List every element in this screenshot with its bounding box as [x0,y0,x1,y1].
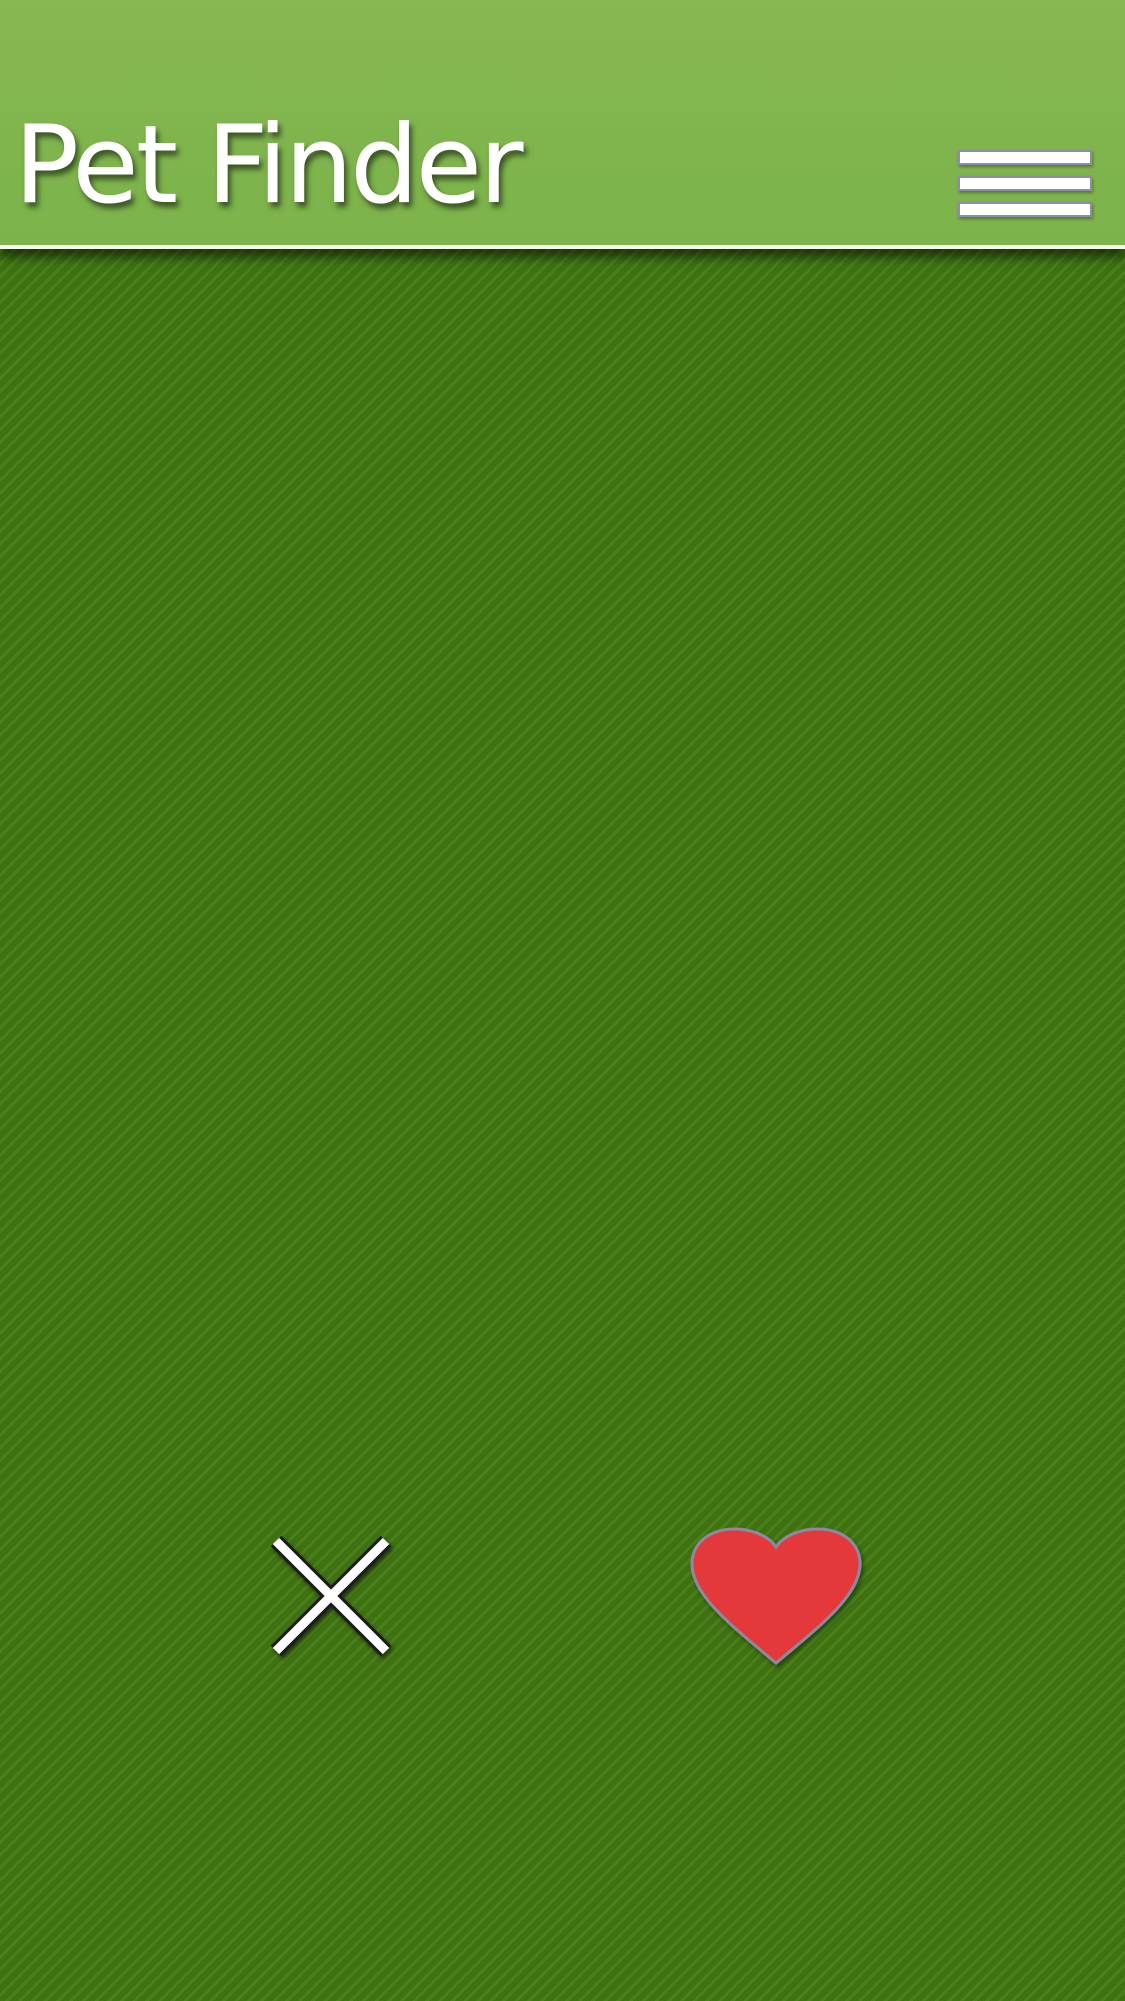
reject-button[interactable] [268,1533,394,1659]
menu-bar-top [958,150,1092,165]
like-button[interactable] [688,1523,864,1669]
app-title: Pet Finder [14,103,524,228]
close-x-icon [270,1535,392,1657]
menu-button[interactable] [956,148,1098,226]
pet-card-area [0,249,1125,2001]
app-header: Pet Finder [0,0,1125,249]
heart-icon [690,1527,862,1665]
menu-bar-bottom [958,202,1092,217]
menu-bar-middle [958,176,1092,191]
